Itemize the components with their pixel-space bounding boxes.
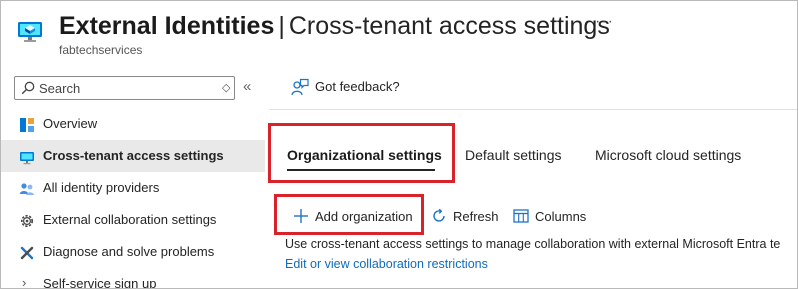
search-icon: [21, 81, 35, 95]
sidebar-item-label: Overview: [43, 116, 98, 131]
sidebar-item-label: Cross-tenant access settings: [43, 148, 224, 163]
page-header: External Identities | Cross-tenant access …: [1, 1, 797, 63]
columns-icon: [513, 209, 529, 223]
app-window: External Identities | Cross-tenant access …: [0, 0, 798, 289]
gear-icon: [21, 215, 33, 227]
main-content: Got feedback? Organizational settings De…: [265, 63, 797, 288]
sidebar-item-self-service-sign-up[interactable]: › Self-service sign up: [1, 268, 265, 289]
more-options-icon[interactable]: ···: [595, 13, 614, 31]
sidebar-item-external-collaboration[interactable]: External collaboration settings: [1, 204, 265, 236]
feedback-label: Got feedback?: [315, 79, 400, 94]
tenant-name: fabtechservices: [59, 43, 143, 57]
external-identities-icon: [18, 22, 42, 42]
highlight-box-add: [274, 194, 424, 235]
page-title-main: External Identities: [59, 12, 275, 40]
title-separator: |: [278, 12, 285, 40]
refresh-label: Refresh: [453, 209, 499, 224]
page-title: External Identities | Cross-tenant access …: [59, 9, 610, 43]
page-title-sub: Cross-tenant access settings: [288, 12, 610, 40]
sort-icon[interactable]: ◇: [222, 81, 230, 94]
columns-button[interactable]: Columns: [513, 206, 593, 228]
sidebar-search[interactable]: ◇: [14, 76, 235, 100]
sidebar-item-label: Self-service sign up: [43, 276, 157, 289]
collapse-sidebar-icon[interactable]: «: [243, 78, 251, 95]
sidebar-item-label: Diagnose and solve problems: [43, 244, 215, 259]
sidebar-item-overview[interactable]: Overview: [1, 108, 265, 140]
wrench-icon: [20, 246, 34, 260]
refresh-icon: [433, 208, 445, 222]
collaboration-restrictions-link[interactable]: Edit or view collaboration restrictions: [285, 257, 488, 271]
cross-tenant-icon: [20, 152, 34, 165]
tab-default-settings[interactable]: Default settings: [465, 147, 562, 163]
sidebar-item-diagnose[interactable]: Diagnose and solve problems: [1, 236, 265, 268]
sidebar-item-cross-tenant-access[interactable]: Cross-tenant access settings: [1, 140, 265, 172]
sidebar-item-label: All identity providers: [43, 180, 160, 195]
highlight-box-tab: [268, 123, 455, 183]
overview-icon: [20, 118, 34, 132]
sidebar-item-label: External collaboration settings: [43, 212, 217, 227]
description-text: Use cross-tenant access settings to mana…: [285, 237, 781, 251]
search-input[interactable]: [39, 79, 199, 97]
identity-providers-icon: [19, 183, 34, 195]
divider: [269, 109, 797, 110]
refresh-button[interactable]: Refresh: [431, 206, 503, 228]
tab-microsoft-cloud-settings[interactable]: Microsoft cloud settings: [595, 147, 741, 163]
columns-label: Columns: [535, 209, 587, 224]
feedback-icon: [291, 78, 309, 96]
sidebar-item-identity-providers[interactable]: All identity providers: [1, 172, 265, 204]
sidebar: ◇ « Overview Cross-tenant access setting…: [1, 63, 265, 289]
chevron-right-icon: ›: [22, 275, 27, 289]
